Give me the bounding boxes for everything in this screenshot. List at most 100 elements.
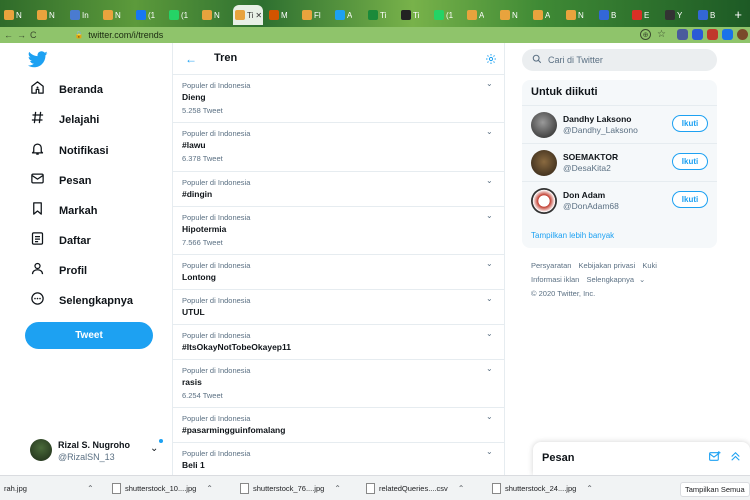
footer-link[interactable]: Persyaratan	[531, 261, 571, 270]
search-input[interactable]: Cari di Twitter	[522, 49, 717, 71]
browser-tab[interactable]: B	[696, 5, 722, 25]
browser-tab[interactable]: In	[68, 5, 94, 25]
chevron-down-icon[interactable]: ⌄	[486, 211, 493, 220]
browser-tab[interactable]: B	[597, 5, 623, 25]
tweet-button[interactable]: Tweet	[25, 322, 153, 349]
browser-tab[interactable]: N	[2, 5, 28, 25]
browser-tab[interactable]: N	[564, 5, 590, 25]
browser-tab[interactable]: (1	[134, 5, 160, 25]
chevron-up-icon[interactable]: ⌃	[206, 484, 213, 493]
nav-item-jelajahi[interactable]: Jelajahi	[30, 109, 99, 131]
forward-arrow-icon[interactable]: →	[17, 30, 26, 40]
nav-item-notifikasi[interactable]: Notifikasi	[30, 140, 109, 162]
browser-tab[interactable]: Ti ✕	[233, 5, 263, 25]
trend-item[interactable]: Populer di Indonesia #ItsOkayNotTobeOkay…	[173, 325, 504, 360]
browser-tab[interactable]: A	[531, 5, 557, 25]
follow-name: Don Adam	[563, 190, 606, 200]
show-all-downloads-button[interactable]: Tampilkan Semua	[680, 482, 750, 497]
browser-tab[interactable]: Fl	[300, 5, 326, 25]
trend-item[interactable]: Populer di Indonesia Beli 1 ⌄	[173, 443, 504, 475]
twitter-logo-icon[interactable]	[27, 51, 48, 73]
nav-item-pesan[interactable]: Pesan	[30, 170, 91, 192]
browser-tab[interactable]: Ti	[399, 5, 425, 25]
trend-item[interactable]: Populer di Indonesia #pasarmingguinfomal…	[173, 408, 504, 443]
browser-tab[interactable]: E	[630, 5, 656, 25]
footer-link[interactable]: Kuki	[642, 261, 657, 270]
download-item[interactable]: relatedQueries....csv ⌃	[366, 481, 464, 495]
browser-tab[interactable]: M	[267, 5, 293, 25]
chevron-down-icon[interactable]: ⌄	[486, 259, 493, 268]
nav-item-selengkapnya[interactable]: Selengkapnya	[30, 290, 133, 312]
follow-suggestion[interactable]: Dandhy Laksono @Dandhy_Laksono Ikuti	[522, 105, 717, 143]
follow-button[interactable]: Ikuti	[672, 115, 708, 132]
trend-category: Populer di Indonesia	[182, 366, 251, 375]
trend-item[interactable]: Populer di Indonesia Dieng 5.258 Tweet ⌄	[173, 75, 504, 123]
account-switcher[interactable]: Rizal S. Nugroho @RizalSN_13 ⌄	[30, 439, 165, 465]
nav-item-profil[interactable]: Profil	[30, 260, 87, 282]
browser-tab[interactable]: N	[35, 5, 61, 25]
chevron-up-icon[interactable]	[729, 450, 742, 468]
download-item[interactable]: rah.jpg ⌃	[4, 481, 94, 495]
follow-button[interactable]: Ikuti	[672, 153, 708, 170]
nav-item-daftar[interactable]: Daftar	[30, 230, 91, 252]
close-icon[interactable]: ✕	[255, 11, 262, 20]
show-more-link[interactable]: Tampilkan lebih banyak	[531, 231, 614, 240]
new-message-icon[interactable]	[708, 450, 721, 468]
nav-item-markah[interactable]: Markah	[30, 200, 98, 222]
chevron-down-icon[interactable]: ⌄	[486, 294, 493, 303]
chevron-down-icon[interactable]: ⌄	[486, 176, 493, 185]
follow-suggestion[interactable]: SOEMAKTOR @DesaKita2 Ikuti	[522, 143, 717, 181]
nav-item-beranda[interactable]: Beranda	[30, 79, 103, 101]
search-icon[interactable]: ⊕	[640, 29, 651, 40]
chevron-down-icon[interactable]: ⌄	[486, 447, 493, 456]
browser-tab[interactable]: (1	[167, 5, 193, 25]
footer-link[interactable]: Kebijakan privasi	[579, 261, 636, 270]
url-field[interactable]: twitter.com/i/trends	[88, 30, 163, 40]
left-navigation: Beranda Jelajahi Notifikasi Pesan Markah…	[0, 43, 172, 475]
follow-suggestion[interactable]: Don Adam @DonAdam68 Ikuti	[522, 181, 717, 219]
browser-tab[interactable]: (1	[432, 5, 458, 25]
browser-tab[interactable]: Ti	[366, 5, 392, 25]
star-icon[interactable]: ☆	[656, 29, 667, 40]
tab-favicon-icon	[235, 10, 245, 20]
footer-link[interactable]: Informasi iklan	[531, 275, 579, 284]
extension-icon[interactable]	[722, 29, 733, 40]
chevron-down-icon[interactable]: ⌄	[486, 412, 493, 421]
download-filename: shutterstock_10....jpg	[125, 483, 197, 493]
download-item[interactable]: shutterstock_76....jpg ⌃	[240, 481, 341, 495]
extension-icon[interactable]	[707, 29, 718, 40]
browser-tab[interactable]: N	[498, 5, 524, 25]
chevron-up-icon[interactable]: ⌃	[87, 484, 94, 493]
back-arrow-icon[interactable]: ←	[4, 30, 13, 40]
follow-button[interactable]: Ikuti	[672, 191, 708, 208]
footer-link[interactable]: Selengkapnya	[586, 275, 634, 284]
chevron-up-icon[interactable]: ⌃	[458, 484, 465, 493]
back-arrow-icon[interactable]: ←	[185, 52, 197, 66]
chevron-down-icon[interactable]: ⌄	[486, 79, 493, 88]
messages-dock[interactable]: Pesan	[533, 442, 750, 475]
new-tab-button[interactable]: +	[734, 7, 742, 22]
trend-item[interactable]: Populer di Indonesia UTUL ⌄	[173, 290, 504, 325]
trend-item[interactable]: Populer di Indonesia rasis 6.254 Tweet ⌄	[173, 360, 504, 408]
extension-icon[interactable]	[692, 29, 703, 40]
gear-icon[interactable]	[485, 52, 497, 70]
chevron-down-icon[interactable]: ⌄	[486, 329, 493, 338]
chevron-up-icon[interactable]: ⌃	[334, 484, 341, 493]
download-item[interactable]: shutterstock_24....jpg ⌃	[492, 481, 593, 495]
profile-avatar[interactable]	[737, 29, 748, 40]
trend-item[interactable]: Populer di Indonesia Lontong ⌄	[173, 255, 504, 290]
trend-item[interactable]: Populer di Indonesia #dingin ⌄	[173, 172, 504, 207]
chevron-down-icon[interactable]: ⌄	[486, 364, 493, 373]
browser-tab[interactable]: N	[101, 5, 127, 25]
browser-tab[interactable]: N	[200, 5, 226, 25]
browser-tab[interactable]: Y	[663, 5, 689, 25]
chevron-down-icon[interactable]: ⌄	[486, 127, 493, 136]
trend-item[interactable]: Populer di Indonesia #lawu 6.378 Tweet ⌄	[173, 123, 504, 172]
chevron-up-icon[interactable]: ⌃	[586, 484, 593, 493]
browser-tab[interactable]: A	[333, 5, 359, 25]
download-item[interactable]: shutterstock_10....jpg ⌃	[112, 481, 213, 495]
extension-icon[interactable]	[677, 29, 688, 40]
trend-item[interactable]: Populer di Indonesia Hipotermia 7.566 Tw…	[173, 207, 504, 255]
reload-icon[interactable]: C	[30, 30, 37, 40]
browser-tab[interactable]: A	[465, 5, 491, 25]
